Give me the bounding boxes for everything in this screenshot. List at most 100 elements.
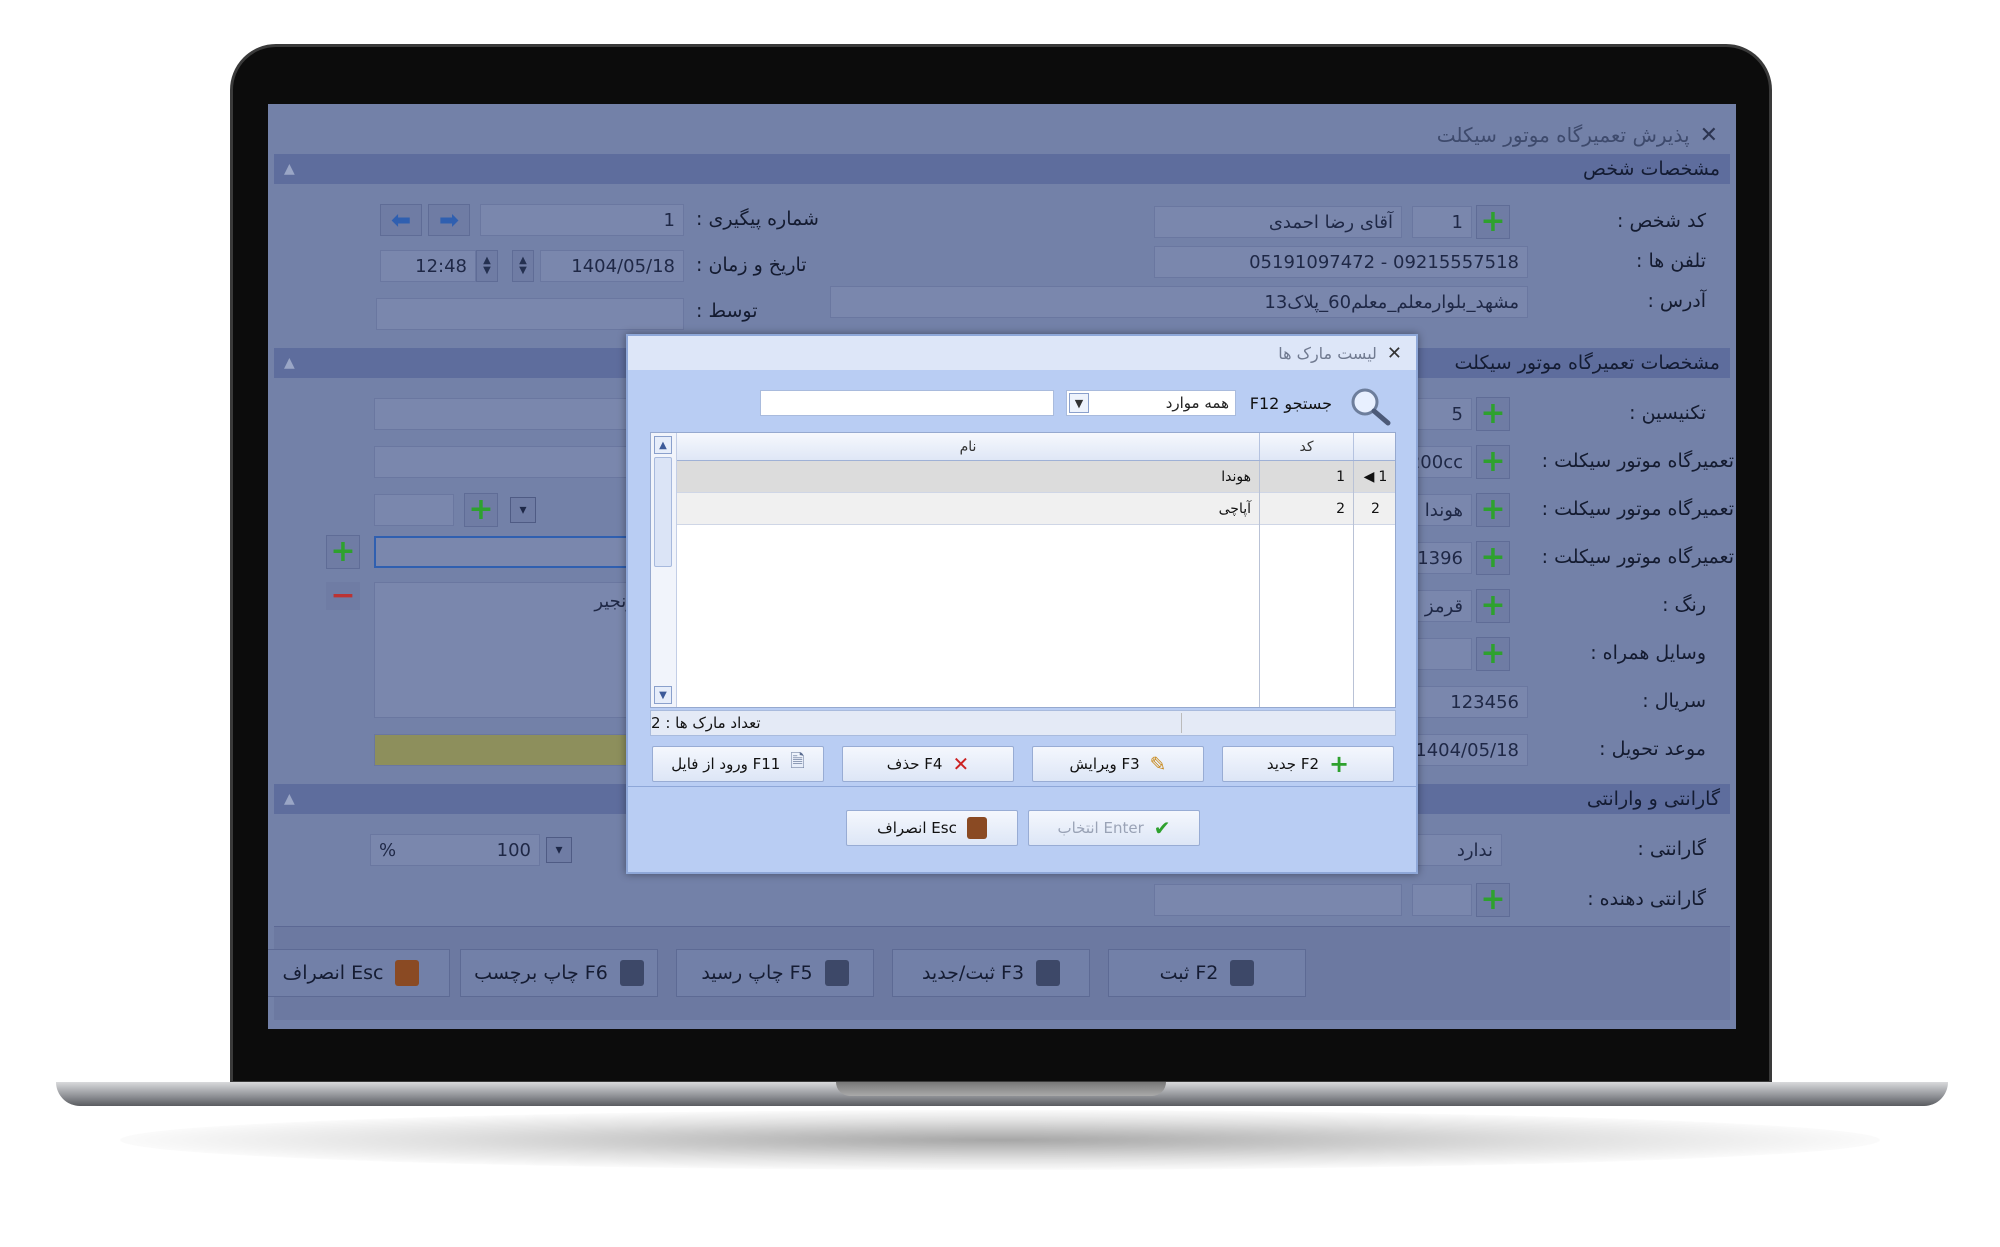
percent-value: 100 <box>496 839 531 861</box>
section-title: مشخصات تعمیرگاه موتور سیکلت <box>1454 352 1720 374</box>
print-label-button[interactable]: چاپ برچسب F6 <box>460 949 658 997</box>
percent-field[interactable]: % 100 <box>370 834 540 866</box>
pencil-icon: ✎ <box>1149 752 1167 776</box>
left-field-1[interactable] <box>374 398 644 430</box>
add-field2-button[interactable]: + <box>1476 493 1510 527</box>
date-spinner[interactable]: ▲ ▼ <box>512 250 534 282</box>
provider-name-field[interactable] <box>1154 884 1402 916</box>
collapse-icon[interactable]: ▲ <box>284 355 295 371</box>
provider-code-field[interactable] <box>1412 884 1472 916</box>
technician-field[interactable]: 5 <box>1412 398 1472 430</box>
chevron-down-icon[interactable]: ▾ <box>510 497 536 523</box>
time-spinner[interactable]: ▲ ▼ <box>476 250 498 282</box>
add-person-button[interactable]: + <box>1476 205 1510 239</box>
column-header-name[interactable]: نام <box>677 433 1259 460</box>
scroll-down-icon[interactable]: ▼ <box>654 686 672 704</box>
yellow-field[interactable] <box>374 734 644 766</box>
warranty-select[interactable]: ندارد <box>1412 834 1502 866</box>
field1-input[interactable]: 200cc <box>1412 446 1472 478</box>
field2-input[interactable]: هوندا <box>1412 494 1472 526</box>
left-field-3[interactable] <box>374 494 454 526</box>
cell-code: 2 <box>1259 493 1353 524</box>
dialog-cancel-button[interactable]: انصراف Esc <box>846 810 1018 846</box>
printer-icon <box>824 960 849 986</box>
cell-code: 1 <box>1259 461 1353 492</box>
table-scrollbar[interactable]: ▲ ▼ <box>651 433 677 707</box>
address-field[interactable]: مشهد_بلوارمعلم_معلم60_پلاک13 <box>830 286 1528 318</box>
add-provider-button[interactable]: + <box>1476 883 1510 917</box>
warranty-label: گارانتی : <box>1637 838 1706 860</box>
field3-input[interactable]: 1396 <box>1412 542 1472 574</box>
search-scope-select[interactable]: همه موارد ▼ <box>1066 390 1236 416</box>
save-button[interactable]: ثبت F2 <box>1108 949 1306 997</box>
search-icon[interactable] <box>1348 386 1392 426</box>
table-row[interactable]: هوندا 1 ◀ 1 <box>677 461 1395 493</box>
prev-arrow-icon[interactable]: ⬅ <box>380 204 422 236</box>
table-row[interactable]: آپاچی 2 2 <box>677 493 1395 525</box>
remove-item-button[interactable]: − <box>326 581 360 611</box>
next-arrow-icon[interactable]: ➡ <box>428 204 470 236</box>
select-button[interactable]: انتخاب Enter ✔ <box>1028 810 1200 846</box>
collapse-icon[interactable]: ▲ <box>284 161 295 177</box>
accessories-select[interactable] <box>1412 638 1472 670</box>
field2-label: تعمیرگاه موتور سیکلت : <box>1541 498 1734 520</box>
accessories-label: وسایل همراه : <box>1590 642 1706 664</box>
laptop-shadow <box>120 1110 1880 1170</box>
chevron-down-icon[interactable]: ▾ <box>546 837 572 863</box>
serial-label: سریال : <box>1642 690 1706 712</box>
add-item-button[interactable]: + <box>326 535 360 569</box>
cell-name: آپاچی <box>1218 500 1251 517</box>
delete-button[interactable]: حذف F4 ✕ <box>842 746 1014 782</box>
chevron-down-icon[interactable]: ▼ <box>1069 393 1089 413</box>
by-field[interactable] <box>376 298 684 330</box>
left-field-2[interactable] <box>374 446 644 478</box>
tracking-field[interactable]: 1 <box>480 204 684 236</box>
color-label: رنگ : <box>1662 594 1706 616</box>
add-color-button[interactable]: + <box>1476 589 1510 623</box>
serial-field[interactable]: 123456 <box>1412 686 1528 718</box>
search-bar: جستجو F12 همه موارد ▼ <box>628 378 1416 426</box>
bottom-toolbar: ثبت F2 ثبت/جدید F3 چاپ رسید F5 چاپ برچسب… <box>268 926 1730 1020</box>
add-left-button[interactable]: + <box>464 493 498 527</box>
close-icon[interactable]: ✕ <box>1700 123 1718 148</box>
scroll-thumb[interactable] <box>654 457 672 567</box>
delivery-field[interactable]: 1404/05/18 <box>1412 734 1528 766</box>
color-field[interactable]: قرمز <box>1412 590 1472 622</box>
save-new-button[interactable]: ثبت/جدید F3 <box>892 949 1090 997</box>
delete-x-icon: ✕ <box>952 752 970 776</box>
address-label: آدرس : <box>1647 290 1706 312</box>
record-count: تعداد مارک ها : 2 <box>651 714 761 732</box>
add-field3-button[interactable]: + <box>1476 541 1510 575</box>
time-field[interactable]: 12:48 <box>380 250 476 282</box>
add-field1-button[interactable]: + <box>1476 445 1510 479</box>
window-title: پذیرش تعمیرگاه موتور سیکلت <box>1436 123 1690 147</box>
phones-field[interactable]: 05191097472 - 09215557518 <box>1154 246 1528 278</box>
edit-button[interactable]: ویرایش F3 ✎ <box>1032 746 1204 782</box>
new-document-icon <box>1036 960 1061 986</box>
cancel-button[interactable]: انصراف Esc <box>268 949 450 997</box>
add-technician-button[interactable]: + <box>1476 397 1510 431</box>
search-input[interactable] <box>760 390 1054 416</box>
footer-divider <box>1181 713 1182 733</box>
brand-table[interactable]: ▲ ▼ نام کد هوندا 1 ◀ 1 آپاچی 2 2 <box>650 432 1396 708</box>
items-list[interactable]: زنجیر <box>374 582 644 718</box>
floppy-icon <box>1230 960 1255 986</box>
date-field[interactable]: 1404/05/18 <box>540 250 684 282</box>
person-name-field[interactable]: آقای رضا احمدی <box>1154 206 1402 238</box>
new-button[interactable]: جدید F2 + <box>1222 746 1394 782</box>
scroll-up-icon[interactable]: ▲ <box>654 436 672 454</box>
window-titlebar: پذیرش تعمیرگاه موتور سیکلت ✕ <box>1437 118 1718 152</box>
collapse-icon[interactable]: ▲ <box>284 791 295 807</box>
import-file-button[interactable]: ورود از فایل F11 🗎 <box>652 746 824 782</box>
technician-label: تکنیسین : <box>1629 402 1706 424</box>
column-header-code[interactable]: کد <box>1259 433 1353 460</box>
print-receipt-button[interactable]: چاپ رسید F5 <box>676 949 874 997</box>
close-icon[interactable]: ✕ <box>1387 343 1402 364</box>
section-person-header[interactable]: ▲ مشخصات شخص <box>274 154 1730 184</box>
delivery-label: موعد تحویل : <box>1599 738 1706 760</box>
person-code-field[interactable]: 1 <box>1412 206 1472 238</box>
warranty-provider-label: گارانتی دهنده : <box>1587 888 1706 910</box>
cell-index: 2 <box>1353 493 1397 524</box>
item-input[interactable] <box>374 536 644 568</box>
add-accessories-button[interactable]: + <box>1476 637 1510 671</box>
